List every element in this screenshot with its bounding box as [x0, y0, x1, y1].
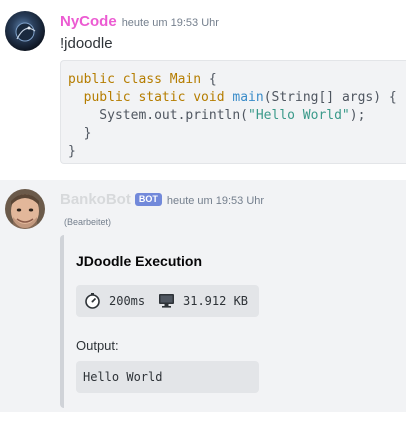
message-header: BankoBot BOT heute um 19:53 Uhr — [60, 191, 264, 209]
code-token: public class — [68, 72, 170, 87]
message-nycode: NyCode heute um 19:53 Uhr !jdoodle public… — [0, 0, 406, 180]
message-bankobot: BankoBot BOT heute um 19:53 Uhr (Bearbeite… — [0, 180, 406, 412]
code-token: ); — [349, 108, 366, 123]
code-token: { — [201, 72, 217, 87]
output-label: Output: — [76, 338, 119, 353]
message-text: !jdoodle — [60, 35, 113, 52]
timestamp[interactable]: heute um 19:53 Uhr — [122, 17, 219, 29]
avatar[interactable] — [5, 189, 45, 229]
username[interactable]: BankoBot — [60, 191, 131, 208]
bot-badge: BOT — [134, 193, 162, 206]
code-token: } — [68, 144, 76, 159]
memory-usage: 31.912 KB — [183, 294, 249, 308]
code-token: main — [232, 90, 264, 105]
code-line: } — [68, 143, 399, 161]
code-token: (String[] args) { — [263, 90, 397, 105]
execution-stats: 200ms 31.912 KB — [76, 285, 259, 317]
monitor-icon — [158, 292, 175, 312]
message-header: NyCode heute um 19:53 Uhr — [60, 13, 219, 31]
username[interactable]: NyCode — [60, 13, 117, 30]
code-token: "Hello World" — [248, 108, 350, 123]
stopwatch-icon — [84, 292, 101, 312]
edited-label: (Bearbeitet) — [64, 217, 112, 227]
code-token: public static void — [68, 90, 233, 105]
code-line: } — [68, 125, 399, 143]
embed: JDoodle Execution 200ms 31.912 KB Output… — [60, 235, 274, 408]
output-value: Hello World — [76, 361, 259, 393]
code-token: } — [68, 126, 92, 141]
code-line: System.out.println("Hello World"); — [68, 107, 399, 125]
avatar-nycode-image — [5, 11, 45, 51]
code-block: public class Main { public static void m… — [60, 60, 406, 164]
embed-title: JDoodle Execution — [76, 253, 203, 269]
code-token: System.out.println( — [68, 108, 249, 123]
code-line: public class Main { — [68, 71, 399, 89]
avatar-bankobot-image — [5, 189, 45, 229]
avatar[interactable] — [5, 11, 45, 51]
code-token: Main — [169, 72, 202, 87]
timestamp[interactable]: heute um 19:53 Uhr — [167, 195, 264, 207]
code-line: public static void main(String[] args) { — [68, 89, 399, 107]
cpu-time: 200ms — [109, 294, 146, 308]
